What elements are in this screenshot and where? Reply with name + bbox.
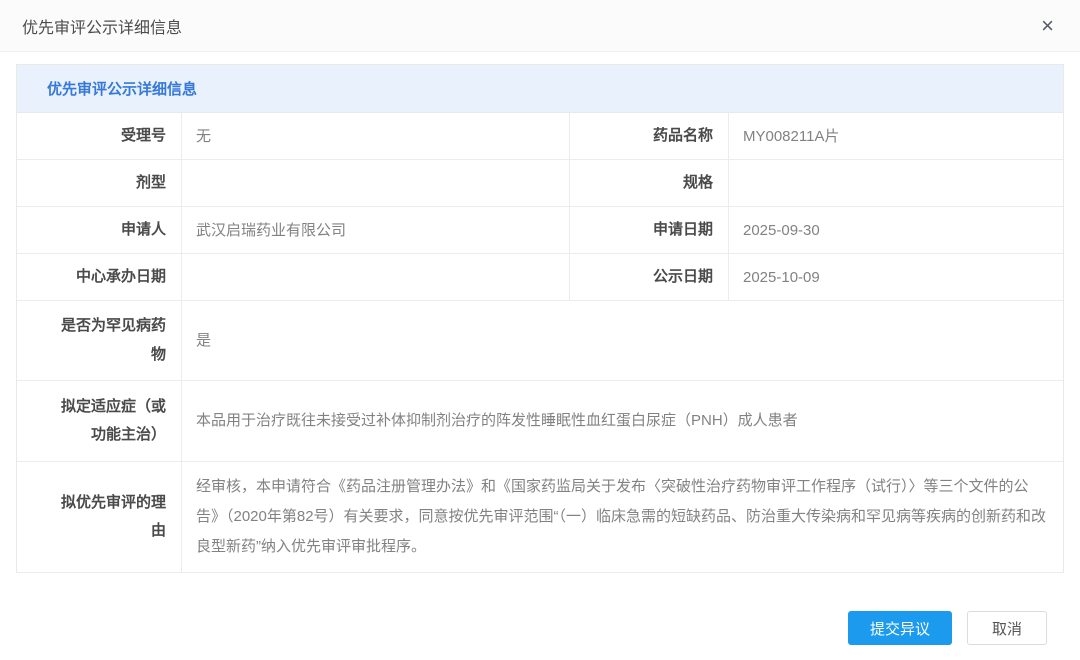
table-row: 受理号 无 药品名称 MY008211A片 xyxy=(17,113,1063,160)
rare-disease-value: 是 xyxy=(182,301,1063,380)
table-row: 申请人 武汉启瑞药业有限公司 申请日期 2025-09-30 xyxy=(17,207,1063,254)
table-row: 中心承办日期 公示日期 2025-10-09 xyxy=(17,254,1063,301)
center-date-value xyxy=(182,254,569,301)
table-row: 拟优先审评的理由 经审核，本申请符合《药品注册管理办法》和《国家药监局关于发布〈… xyxy=(17,462,1063,573)
dialog-header: 优先审评公示详细信息 × xyxy=(0,0,1080,52)
acceptance-no-value: 无 xyxy=(182,113,569,160)
indication-label: 拟定适应症（或功能主治） xyxy=(17,381,182,461)
priority-review-detail-dialog: 优先审评公示详细信息 × 优先审评公示详细信息 受理号 无 药品名称 MY008… xyxy=(0,0,1080,645)
drug-name-label: 药品名称 xyxy=(569,113,729,160)
publicity-date-value: 2025-10-09 xyxy=(729,254,1063,301)
specification-label: 规格 xyxy=(569,160,729,207)
cancel-button[interactable]: 取消 xyxy=(967,611,1047,645)
table-row: 是否为罕见病药物 是 xyxy=(17,301,1063,381)
dialog-body: 优先审评公示详细信息 受理号 无 药品名称 MY008211A片 剂型 规格 申… xyxy=(0,52,1080,645)
review-reason-label: 拟优先审评的理由 xyxy=(17,462,182,572)
close-icon[interactable]: × xyxy=(1035,13,1060,39)
publicity-date-label: 公示日期 xyxy=(569,254,729,301)
submit-objection-button[interactable]: 提交异议 xyxy=(848,611,952,645)
applicant-value: 武汉启瑞药业有限公司 xyxy=(182,207,569,254)
dosage-form-value xyxy=(182,160,569,207)
table-row: 剂型 规格 xyxy=(17,160,1063,207)
review-reason-value: 经审核，本申请符合《药品注册管理办法》和《国家药监局关于发布〈突破性治疗药物审评… xyxy=(182,462,1063,572)
center-date-label: 中心承办日期 xyxy=(17,254,182,301)
table-row: 拟定适应症（或功能主治） 本品用于治疗既往未接受过补体抑制剂治疗的阵发性睡眠性血… xyxy=(17,381,1063,462)
apply-date-label: 申请日期 xyxy=(569,207,729,254)
detail-table: 优先审评公示详细信息 受理号 无 药品名称 MY008211A片 剂型 规格 申… xyxy=(16,64,1064,573)
indication-value: 本品用于治疗既往未接受过补体抑制剂治疗的阵发性睡眠性血红蛋白尿症（PNH）成人患… xyxy=(182,381,1063,461)
rare-disease-label: 是否为罕见病药物 xyxy=(17,301,182,380)
dialog-title: 优先审评公示详细信息 xyxy=(22,14,182,38)
panel-header-title: 优先审评公示详细信息 xyxy=(17,65,1063,113)
specification-value xyxy=(729,160,1063,207)
acceptance-no-label: 受理号 xyxy=(17,113,182,160)
apply-date-value: 2025-09-30 xyxy=(729,207,1063,254)
dosage-form-label: 剂型 xyxy=(17,160,182,207)
dialog-footer: 提交异议 取消 xyxy=(16,573,1064,645)
applicant-label: 申请人 xyxy=(17,207,182,254)
drug-name-value: MY008211A片 xyxy=(729,113,1063,160)
